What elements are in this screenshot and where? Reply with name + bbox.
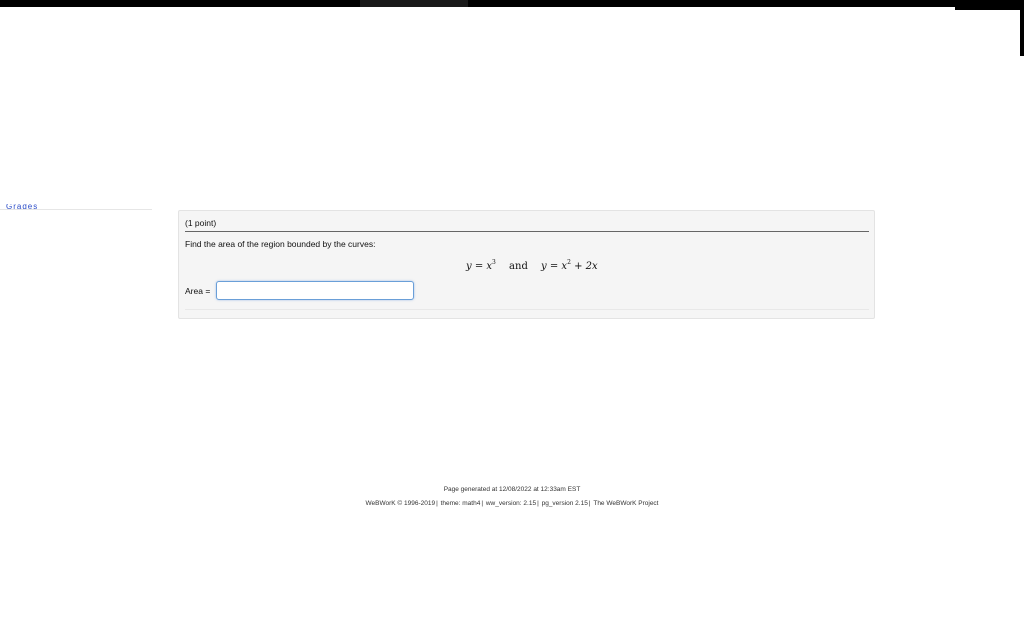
equation-row: y = x3 and y = x2 + 2x (466, 259, 598, 272)
problem-divider (185, 231, 869, 232)
top-bar-tab (360, 0, 468, 7)
sidebar-divider (0, 209, 152, 210)
footer: Page generated at 12/08/2022 at 12:33am … (0, 486, 1024, 507)
footer-copyright: WeBWorK © 1996-2019 (365, 500, 436, 507)
problem-points: (1 point) (185, 218, 217, 228)
top-bar-right (955, 0, 1024, 10)
panel-bottom-divider (185, 309, 869, 310)
right-edge-bar (1020, 8, 1024, 56)
footer-pg-version: pg_version 2.15 (541, 500, 588, 507)
equation-1-base: y = x (466, 261, 493, 272)
top-bar (0, 0, 1024, 7)
footer-credits: WeBWorK © 1996-2019| theme: math4| ww_ve… (365, 500, 659, 507)
webwork-problem-page: Grades (1 point) Find the area of the re… (0, 0, 1024, 640)
footer-project-link[interactable]: The WeBWorK Project (593, 500, 658, 507)
footer-theme: theme: math4 (440, 500, 481, 507)
answer-label: Area = (185, 285, 211, 296)
problem-prompt: Find the area of the region bounded by t… (185, 239, 376, 249)
footer-generated: Page generated at 12/08/2022 at 12:33am … (443, 486, 581, 493)
footer-ww-version: ww_version: 2.15 (485, 500, 537, 507)
area-answer-input[interactable] (216, 281, 415, 300)
equation-2-rest: + 2x (570, 261, 598, 272)
equation-2-base: y = x (541, 261, 568, 272)
problem-panel: (1 point) Find the area of the region bo… (178, 210, 875, 319)
equation-conjunction: and (509, 261, 528, 272)
answer-row: Area = (185, 281, 415, 300)
equation-1-exponent: 3 (492, 259, 496, 266)
